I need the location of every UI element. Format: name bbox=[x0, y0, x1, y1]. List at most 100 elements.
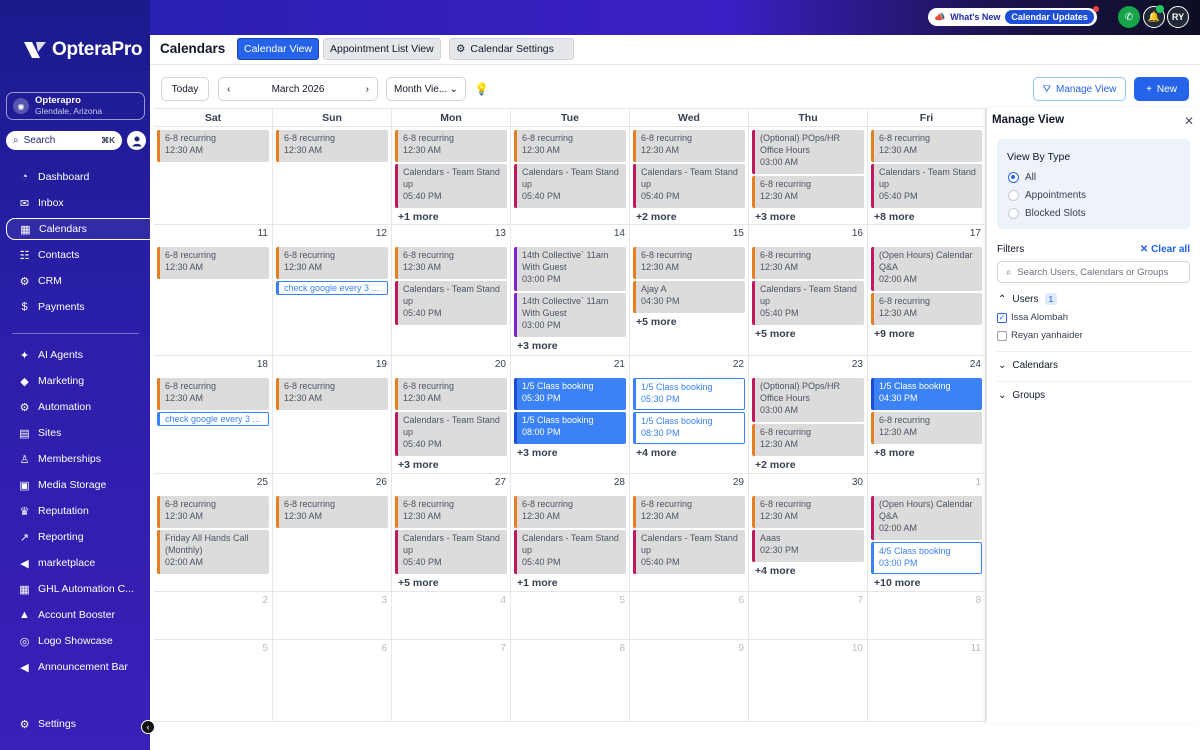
more-events-link[interactable]: +2 more bbox=[636, 211, 677, 223]
sidebar-item-reporting[interactable]: ↗ Reporting bbox=[6, 526, 150, 548]
calendar-event[interactable]: 6-8 recurring 12:30 AM bbox=[633, 496, 745, 528]
calendar-event[interactable]: check google every 3 ... bbox=[276, 281, 388, 295]
sidebar-item-logo-showcase[interactable]: ◎ Logo Showcase bbox=[6, 630, 150, 652]
day-cell[interactable]: 13 6-8 recurring 12:30 AM Calendars - Team … bbox=[392, 225, 511, 356]
calendar-event[interactable]: 6-8 recurring 12:30 AM bbox=[276, 496, 388, 528]
app-logo[interactable]: OpteraPro bbox=[22, 38, 143, 62]
day-cell[interactable]: 6-8 recurring 12:30 AM Calendars - Team St… bbox=[868, 127, 986, 225]
calendar-event[interactable]: 6-8 recurring 12:30 AM bbox=[514, 496, 626, 528]
sidebar-item-inbox[interactable]: ✉ Inbox bbox=[6, 192, 150, 214]
more-events-link[interactable]: +5 more bbox=[636, 316, 677, 328]
day-cell[interactable]: 3 bbox=[273, 592, 392, 640]
sidebar-item-memberships[interactable]: ♙ Memberships bbox=[6, 448, 150, 470]
tab-calendar-settings[interactable]: ⚙ Calendar Settings bbox=[449, 38, 574, 60]
day-cell[interactable]: 24 1/5 Class booking 04:30 PM 6-8 recurring… bbox=[868, 356, 986, 474]
calendar-event[interactable]: Ajay A 04:30 PM bbox=[633, 281, 745, 313]
day-cell[interactable]: 6-8 recurring 12:30 AM bbox=[273, 127, 392, 225]
calendar-event[interactable]: Calendars - Team Stand up 05:40 PM bbox=[633, 530, 745, 574]
calendar-event[interactable]: 6-8 recurring 12:30 AM bbox=[752, 496, 864, 528]
day-cell[interactable]: 2 bbox=[154, 592, 273, 640]
day-cell[interactable]: 14 14th Collective` 11am With Guest 03:00 … bbox=[511, 225, 630, 356]
manage-view-button[interactable]: ⛛ Manage View bbox=[1033, 77, 1126, 101]
sidebar-item-media-storage[interactable]: ▣ Media Storage bbox=[6, 474, 150, 496]
calendar-event[interactable]: 1/5 Class booking 05:30 PM bbox=[633, 378, 745, 410]
clear-all-button[interactable]: ✕ Clear all bbox=[1140, 244, 1190, 255]
prev-month-button[interactable]: ‹ bbox=[227, 84, 230, 95]
more-events-link[interactable]: +3 more bbox=[517, 340, 558, 352]
calendar-event[interactable]: Calendars - Team Stand up 05:40 PM bbox=[514, 530, 626, 574]
day-cell[interactable]: 20 6-8 recurring 12:30 AM Calendars - Team … bbox=[392, 356, 511, 474]
user-checkbox-issa[interactable]: ✓ Issa Alombah bbox=[997, 312, 1068, 323]
more-events-link[interactable]: +3 more bbox=[398, 459, 439, 471]
calendar-event[interactable]: 6-8 recurring 12:30 AM bbox=[871, 293, 982, 325]
day-cell[interactable]: 7 bbox=[392, 640, 511, 722]
close-icon[interactable]: ✕ bbox=[1184, 114, 1194, 128]
day-cell[interactable]: 8 bbox=[511, 640, 630, 722]
calendar-event[interactable]: Calendars - Team Stand up 05:40 PM bbox=[395, 164, 507, 208]
day-cell[interactable]: 5 bbox=[154, 640, 273, 722]
collapse-sidebar-button[interactable]: ‹ bbox=[141, 720, 155, 734]
user-checkbox-reyan[interactable]: Reyan yanhaider bbox=[997, 330, 1083, 341]
tab-appointment-list-view[interactable]: Appointment List View bbox=[323, 38, 441, 60]
day-cell[interactable]: 12 6-8 recurring 12:30 AM check google ever… bbox=[273, 225, 392, 356]
radio-appointments[interactable]: Appointments bbox=[1008, 190, 1086, 201]
day-cell[interactable]: 7 bbox=[749, 592, 868, 640]
calendar-event[interactable]: 6-8 recurring 12:30 AM bbox=[395, 130, 507, 162]
day-cell[interactable]: (Optional) POps/HR Office Hours 03:00 AM 6… bbox=[749, 127, 868, 225]
calendar-event[interactable]: 6-8 recurring 12:30 AM bbox=[633, 247, 745, 279]
calendar-event[interactable]: Aaas 02:30 PM bbox=[752, 530, 864, 562]
calendars-section-toggle[interactable]: ⌄ Calendars bbox=[998, 360, 1058, 371]
calendar-event[interactable]: 6-8 recurring 12:30 AM bbox=[276, 130, 388, 162]
day-cell[interactable]: 23 (Optional) POps/HR Office Hours 03:00 A… bbox=[749, 356, 868, 474]
calendar-event[interactable]: (Optional) POps/HR Office Hours 03:00 AM bbox=[752, 378, 864, 422]
calendar-event[interactable]: 6-8 recurring 12:30 AM bbox=[276, 247, 388, 279]
calendar-event[interactable]: check google every 3 ... bbox=[157, 412, 269, 426]
more-events-link[interactable]: +8 more bbox=[874, 211, 915, 223]
more-events-link[interactable]: +1 more bbox=[517, 577, 558, 589]
calendar-event[interactable]: 6-8 recurring 12:30 AM bbox=[871, 412, 982, 444]
day-cell[interactable]: 27 6-8 recurring 12:30 AM Calendars - Team … bbox=[392, 474, 511, 592]
sidebar-item-ghl-automation-c[interactable]: ▦ GHL Automation C... bbox=[6, 578, 150, 600]
calendar-event[interactable]: 6-8 recurring 12:30 AM bbox=[157, 378, 269, 410]
calendar-event[interactable]: 6-8 recurring 12:30 AM bbox=[276, 378, 388, 410]
day-cell[interactable]: 11 bbox=[868, 640, 986, 722]
calendar-event[interactable]: 1/5 Class booking 08:30 PM bbox=[633, 412, 745, 444]
calendar-event[interactable]: (Optional) POps/HR Office Hours 03:00 AM bbox=[752, 130, 864, 174]
day-cell[interactable]: 8 bbox=[868, 592, 986, 640]
day-cell[interactable]: 30 6-8 recurring 12:30 AM Aaas 02:30 PM +4 mo… bbox=[749, 474, 868, 592]
calendar-event[interactable]: 6-8 recurring 12:30 AM bbox=[752, 176, 864, 208]
day-cell[interactable]: 5 bbox=[511, 592, 630, 640]
calendar-event[interactable]: 6-8 recurring 12:30 AM bbox=[752, 424, 864, 456]
location-switcher[interactable]: ◉ Opterapro Glendale, Arizona bbox=[6, 92, 145, 120]
radio-all[interactable]: All bbox=[1008, 172, 1036, 183]
more-events-link[interactable]: +9 more bbox=[874, 328, 915, 340]
calendar-event[interactable]: 1/5 Class booking 04:30 PM bbox=[871, 378, 982, 410]
calendar-event[interactable]: 14th Collective` 11am With Guest 03:00 PM bbox=[514, 247, 626, 291]
day-cell[interactable]: 6-8 recurring 12:30 AM Calendars - Team St… bbox=[630, 127, 749, 225]
day-cell[interactable]: 6-8 recurring 12:30 AM Calendars - Team St… bbox=[392, 127, 511, 225]
day-cell[interactable]: 11 6-8 recurring 12:30 AM bbox=[154, 225, 273, 356]
radio-blocked-slots[interactable]: Blocked Slots bbox=[1008, 208, 1086, 219]
day-cell[interactable]: 6 bbox=[630, 592, 749, 640]
new-button[interactable]: + New bbox=[1134, 77, 1189, 101]
calendar-event[interactable]: Calendars - Team Stand up 05:40 PM bbox=[395, 281, 507, 325]
calendar-event[interactable]: 6-8 recurring 12:30 AM bbox=[871, 130, 982, 162]
calendar-event[interactable]: 6-8 recurring 12:30 AM bbox=[395, 378, 507, 410]
sidebar-item-calendars[interactable]: ▦ Calendars bbox=[6, 218, 150, 240]
day-cell[interactable]: 1 (Open Hours) Calendar Q&A 02:00 AM 4/5 Cl… bbox=[868, 474, 986, 592]
more-events-link[interactable]: +8 more bbox=[874, 447, 915, 459]
phone-button[interactable]: ✆ bbox=[1118, 6, 1140, 28]
calendar-event[interactable]: Calendars - Team Stand up 05:40 PM bbox=[395, 530, 507, 574]
sidebar-item-marketplace[interactable]: ◀ marketplace bbox=[6, 552, 150, 574]
sidebar-item-crm[interactable]: ⚙ CRM bbox=[6, 270, 150, 292]
more-events-link[interactable]: +1 more bbox=[398, 211, 439, 223]
more-events-link[interactable]: +5 more bbox=[755, 328, 796, 340]
sidebar-item-dashboard[interactable]: ◔ Dashboard bbox=[6, 166, 150, 188]
calendar-event[interactable]: 1/5 Class booking 05:30 PM bbox=[514, 378, 626, 410]
sidebar-item-account-booster[interactable]: ▲ Account Booster bbox=[6, 604, 150, 626]
more-events-link[interactable]: +2 more bbox=[755, 459, 796, 471]
day-cell[interactable]: 19 6-8 recurring 12:30 AM bbox=[273, 356, 392, 474]
calendar-event[interactable]: 6-8 recurring 12:30 AM bbox=[395, 496, 507, 528]
day-cell[interactable]: 10 bbox=[749, 640, 868, 722]
user-avatar[interactable]: RY bbox=[1167, 6, 1189, 28]
